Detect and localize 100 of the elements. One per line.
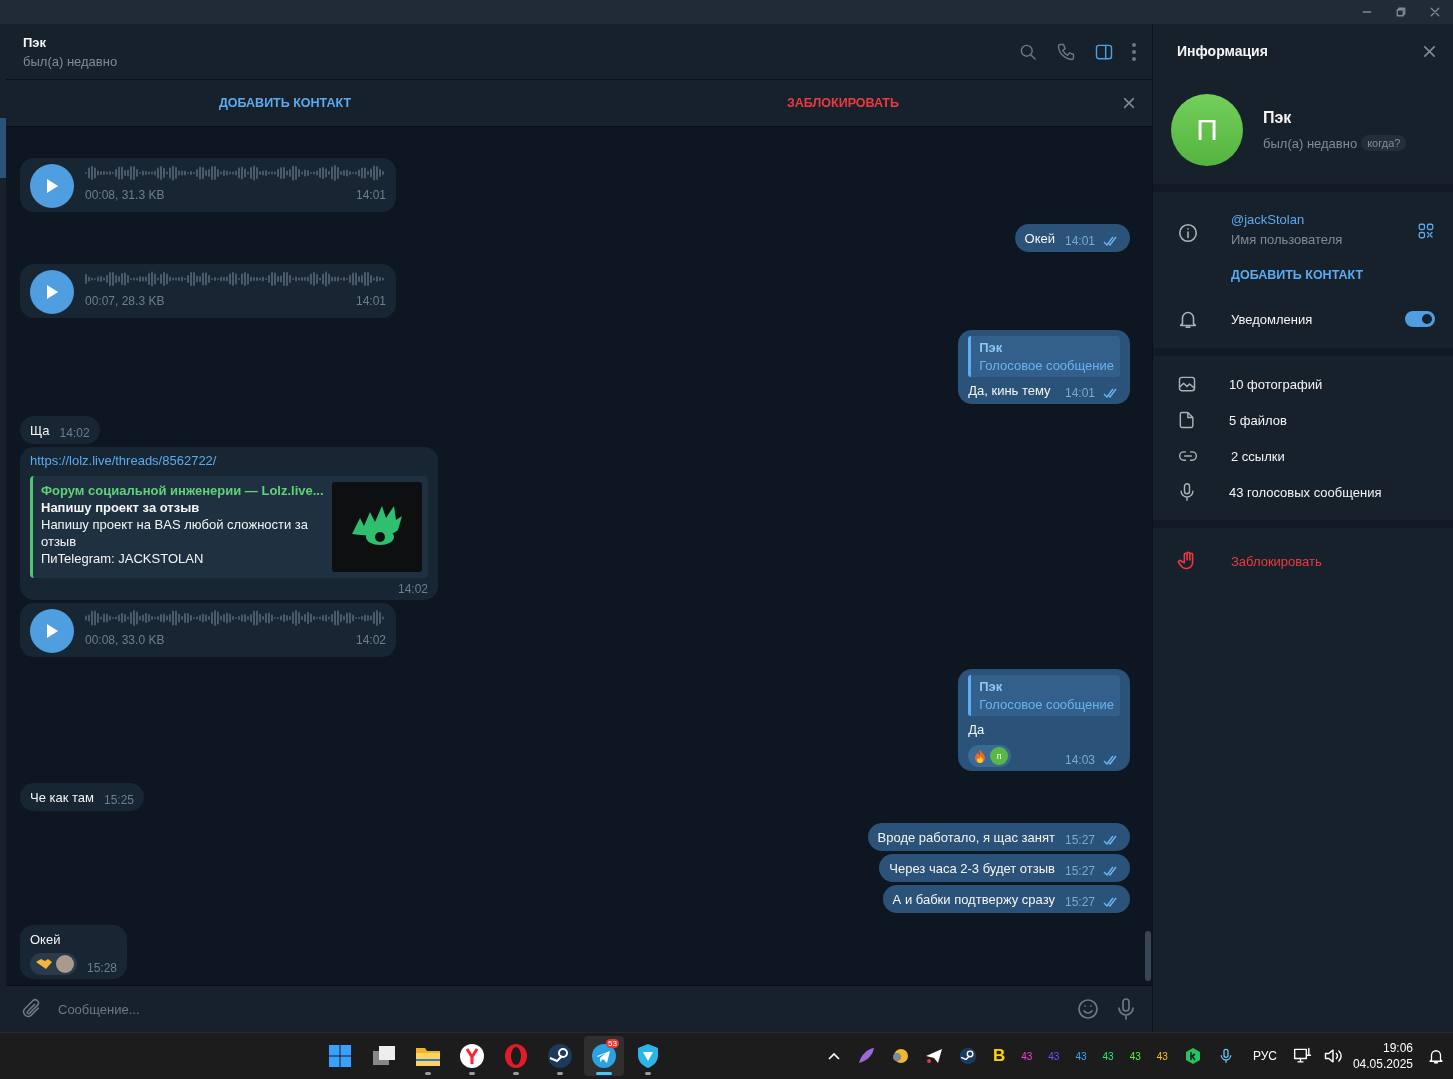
block-user-button[interactable]: Заблокировать <box>1153 542 1453 580</box>
tray-app-button[interactable]: B <box>989 1046 1009 1066</box>
block-link[interactable]: ЗАБЛОКИРОВАТЬ <box>564 95 1122 111</box>
tray-counter[interactable]: 43 <box>1018 1050 1036 1062</box>
message-time: 14:03 <box>1064 753 1095 767</box>
message-text: Через часа 2-3 будет отзыв <box>889 860 1055 878</box>
sidebar-edge <box>0 118 6 178</box>
shared-media-item[interactable]: 2 ссылки <box>1153 438 1453 474</box>
notifications-label: Уведомления <box>1231 311 1314 327</box>
flame-icon <box>973 748 988 764</box>
play-icon <box>45 284 59 300</box>
message-text: Че как там <box>30 789 94 807</box>
when-chip[interactable]: когда? <box>1361 135 1407 151</box>
message-time: 14:02 <box>355 633 386 647</box>
close-icon <box>1429 6 1441 18</box>
preview-title: Напишу проект за отзыв <box>41 499 201 516</box>
call-button[interactable] <box>1056 41 1076 62</box>
close-window-button[interactable] <box>1429 6 1441 18</box>
profile-avatar: П <box>1171 94 1243 166</box>
restore-button[interactable] <box>1395 6 1407 18</box>
opera-ring-icon <box>503 1043 529 1069</box>
qr-code-icon <box>1417 222 1435 240</box>
smile-icon <box>1076 997 1100 1021</box>
clock[interactable]: 19:06 04.05.2025 <box>1352 1041 1413 1071</box>
file-icon <box>1177 410 1197 430</box>
qr-code-button[interactable] <box>1417 222 1435 240</box>
shared-media-item[interactable]: 43 голосовых сообщения <box>1153 474 1453 510</box>
message-time: 15:27 <box>1064 833 1095 847</box>
message-input[interactable]: Сообщение... <box>56 1000 1062 1018</box>
panel-title: Информация <box>1177 43 1268 59</box>
voice-info: 00:08, 31.3 KB <box>85 188 165 202</box>
message-time: 14:02 <box>397 582 428 596</box>
photo-placeholder <box>56 955 74 973</box>
play-button[interactable] <box>30 609 74 653</box>
voice-info: 00:08, 33.0 KB <box>85 633 165 647</box>
play-icon <box>45 178 59 194</box>
add-contact-link[interactable]: ДОБАВИТЬ КОНТАКТ <box>6 95 564 111</box>
message-text: Да <box>968 722 985 737</box>
emoji-button[interactable] <box>1076 997 1100 1021</box>
telegram-plane-icon <box>591 1043 617 1069</box>
notifications-toggle[interactable] <box>1405 311 1435 327</box>
unread-badge: 53 <box>606 1039 619 1048</box>
hexagon-icon <box>1183 1047 1202 1065</box>
chevron-up-icon <box>826 1051 841 1061</box>
shield-icon <box>636 1043 660 1069</box>
message-time: 14:01 <box>1064 234 1095 248</box>
message-time: 15:25 <box>104 793 134 807</box>
tray-counter[interactable]: 43 <box>1126 1050 1144 1062</box>
tray-counter[interactable]: 43 <box>1153 1050 1171 1062</box>
attach-button[interactable] <box>20 998 42 1020</box>
add-contact-button[interactable]: ДОБАВИТЬ КОНТАКТ <box>1231 268 1364 282</box>
reply-author: Пэк <box>979 679 1004 694</box>
chat-title: Пэк <box>23 34 47 50</box>
taskbar-app[interactable]: 53 <box>584 1036 624 1076</box>
chat-status: был(а) недавно <box>23 53 118 69</box>
message-time: 14:01 <box>355 188 386 202</box>
reply-quote[interactable]: Пэк Голосовое сообщение <box>968 675 1120 716</box>
reply-text: Голосовое сообщение <box>979 358 1114 373</box>
paperclip-icon <box>20 998 42 1020</box>
reaction-pill[interactable] <box>30 953 77 975</box>
tray-counter[interactable]: 43 <box>1072 1050 1090 1062</box>
play-button[interactable] <box>30 270 74 314</box>
close-bar-button[interactable] <box>1122 96 1136 110</box>
browser-y-icon <box>459 1043 485 1069</box>
feather-icon <box>856 1047 875 1065</box>
message-time: 14:02 <box>59 426 90 440</box>
reply-author: Пэк <box>979 340 1004 355</box>
message-text: Вроде работало, я щас занят <box>877 829 1055 847</box>
message-time: 14:01 <box>355 294 386 308</box>
close-panel-button[interactable] <box>1422 43 1437 59</box>
play-icon <box>45 623 59 639</box>
more-button[interactable] <box>1132 42 1136 61</box>
link-preview[interactable]: Форум социальной инженерии — Lolz.live... Напишу проект за отзыв Напишу проект на BAS любой сложности за отзыв ПиTelegram: JACKSTOLAN <box>30 476 428 578</box>
tray-counter[interactable]: 43 <box>1045 1050 1063 1062</box>
coin-icon <box>890 1047 909 1065</box>
reaction-avatar: п <box>990 747 1009 765</box>
message-time: 15:27 <box>1064 864 1095 878</box>
shared-media-item[interactable]: 10 фотографий <box>1153 366 1453 402</box>
steam-icon <box>547 1043 573 1069</box>
message-text: Окей <box>30 931 61 949</box>
message-text: А и бабки подтвержу сразу <box>892 891 1055 909</box>
windows-logo-icon <box>328 1044 352 1068</box>
reply-quote[interactable]: Пэк Голосовое сообщение <box>968 336 1120 377</box>
shared-media-item[interactable]: 5 файлов <box>1153 402 1453 438</box>
preview-description: Напишу проект на BAS любой сложности за отзыв <box>41 516 310 550</box>
close-icon <box>1122 96 1136 110</box>
phone-icon <box>1056 41 1076 62</box>
message-text: Окей <box>1024 230 1055 248</box>
restore-icon <box>1395 6 1407 18</box>
username-link[interactable]: @jackStolan <box>1231 212 1305 227</box>
network-icon <box>1292 1046 1313 1066</box>
message-text: Ща <box>30 422 50 440</box>
more-icon <box>1132 42 1136 61</box>
message-link[interactable]: https://lolz.live/threads/8562722/ <box>30 453 217 468</box>
scrollbar-thumb[interactable] <box>1145 931 1151 981</box>
tray-counter[interactable]: 43 <box>1099 1050 1117 1062</box>
play-button[interactable] <box>30 164 74 208</box>
folder-icon <box>415 1045 441 1067</box>
notification-bell-icon <box>1427 1047 1445 1065</box>
language-indicator[interactable]: РУС <box>1252 1049 1277 1063</box>
